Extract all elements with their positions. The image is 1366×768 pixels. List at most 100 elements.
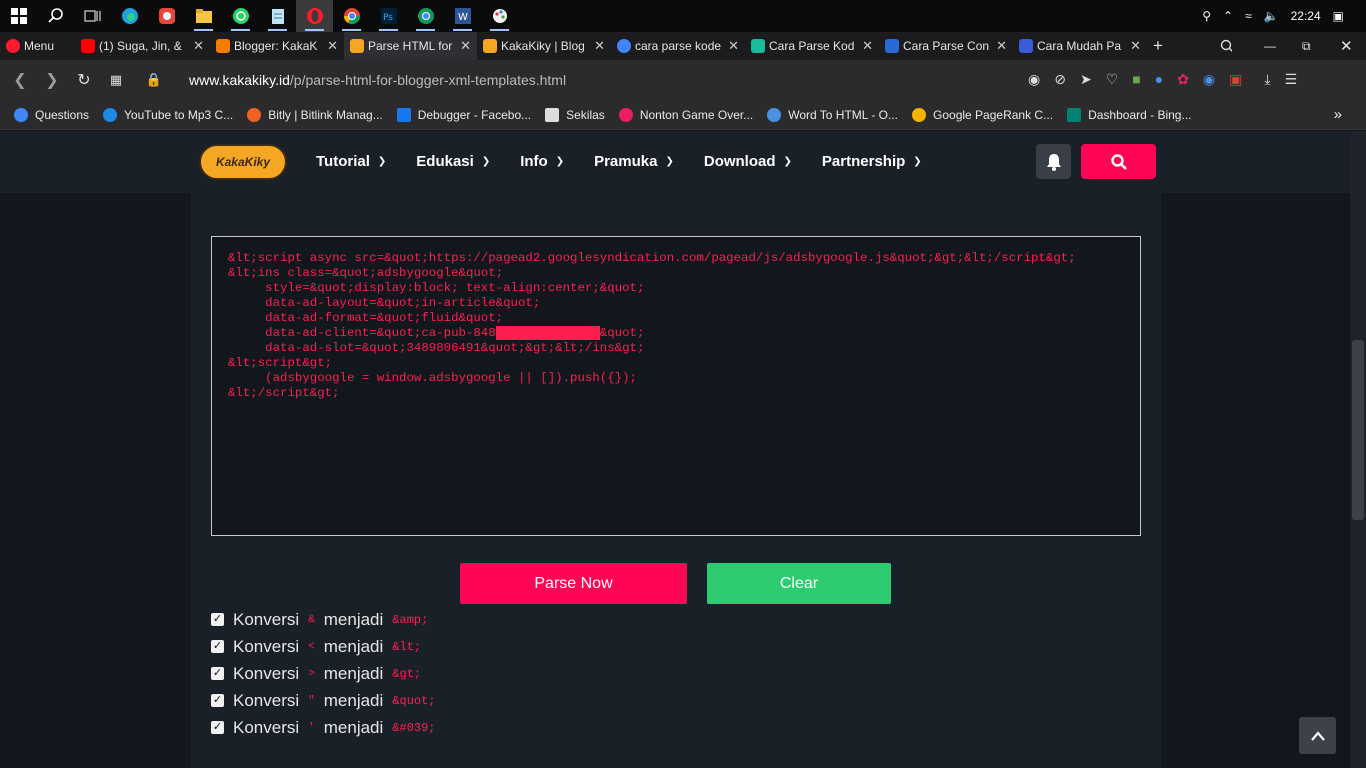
lock-icon[interactable]: 🔒 <box>138 72 170 88</box>
browser-tab[interactable]: cara parse kode ✕ <box>611 32 745 60</box>
easy-setup-icon[interactable]: ☰ <box>1285 71 1298 88</box>
chrome-alt-icon[interactable] <box>407 0 444 32</box>
option-row-amp[interactable]: ✓ Konversi & menjadi &amp; <box>211 606 436 633</box>
menu-item-tutorial[interactable]: Tutorial ❯ <box>316 150 386 172</box>
chevron-up-icon[interactable]: ⌃ <box>1223 9 1233 23</box>
checkbox[interactable]: ✓ <box>211 640 224 653</box>
browser-tab[interactable]: Cara Mudah Pa ✕ <box>1013 32 1147 60</box>
bookmark-item[interactable]: Bitly | Bitlink Manag... <box>247 107 383 122</box>
extension-box-icon[interactable]: ■ <box>1132 71 1140 88</box>
parse-now-button[interactable]: Parse Now <box>460 563 687 604</box>
forward-icon[interactable]: ❯ <box>36 70 68 90</box>
clear-button[interactable]: Clear <box>707 563 891 604</box>
back-to-top-button[interactable] <box>1299 717 1336 754</box>
browser-tab[interactable]: KakaKiky | Blog ✕ <box>477 32 611 60</box>
window-close-icon[interactable]: ✕ <box>1334 32 1354 60</box>
bookmark-item[interactable]: Dashboard - Bing... <box>1067 107 1191 122</box>
new-tab-plus-icon[interactable]: + <box>1147 32 1177 60</box>
bookmark-item[interactable]: Sekilas <box>545 107 605 122</box>
close-icon[interactable]: ✕ <box>728 38 739 54</box>
chrome-icon[interactable] <box>333 0 370 32</box>
option-row-lt[interactable]: ✓ Konversi < menjadi &lt; <box>211 633 436 660</box>
word-icon[interactable]: W <box>444 0 481 32</box>
block-icon[interactable]: ⊘ <box>1054 71 1066 88</box>
people-icon[interactable]: ⚲ <box>1202 9 1211 23</box>
menu-item-edukasi[interactable]: Edukasi ❯ <box>416 150 490 172</box>
extension-user-icon[interactable]: ● <box>1155 71 1163 88</box>
search-icon[interactable] <box>37 0 74 32</box>
speed-dial-icon[interactable]: ▦ <box>100 72 132 88</box>
reload-icon[interactable]: ↻ <box>68 70 100 90</box>
bookmark-item[interactable]: Questions <box>14 107 89 122</box>
restore-icon[interactable]: ⧉ <box>1296 32 1316 60</box>
file-explorer-icon[interactable] <box>185 0 222 32</box>
clock[interactable]: 22:24 <box>1291 9 1321 23</box>
site-logo[interactable]: KakaKiky <box>199 144 287 180</box>
option-row-apos[interactable]: ✓ Konversi ' menjadi &#039; <box>211 714 436 741</box>
bookmark-item[interactable]: Debugger - Facebo... <box>396 107 531 122</box>
download-icon[interactable]: ⤓ <box>1264 71 1270 88</box>
close-icon[interactable]: ✕ <box>862 38 873 54</box>
extension-color-icon[interactable]: ✿ <box>1177 71 1189 88</box>
back-icon[interactable]: ❮ <box>4 70 36 90</box>
extension-web-icon[interactable]: ◉ <box>1203 71 1215 88</box>
notification-icon[interactable]: ▣ <box>1333 9 1344 23</box>
browser-tab-active[interactable]: Parse HTML for ✕ <box>344 32 477 60</box>
wifi-icon[interactable]: ≈ <box>1245 9 1252 23</box>
site-search-button[interactable] <box>1081 144 1156 179</box>
menu-item-info[interactable]: Info ❯ <box>520 150 564 172</box>
recorder-icon[interactable] <box>148 0 185 32</box>
task-view-icon[interactable] <box>74 0 111 32</box>
checkbox[interactable]: ✓ <box>211 721 224 734</box>
more-bookmarks-icon[interactable]: » <box>1334 106 1342 123</box>
whatsapp-icon[interactable] <box>222 0 259 32</box>
close-icon[interactable]: ✕ <box>460 38 471 54</box>
menu-item-download[interactable]: Download ❯ <box>704 150 792 172</box>
camera-icon[interactable]: ◉ <box>1028 71 1040 88</box>
option-row-gt[interactable]: ✓ Konversi > menjadi &gt; <box>211 660 436 687</box>
chevron-down-icon: ❯ <box>555 155 565 167</box>
minimize-icon[interactable]: — <box>1258 32 1278 60</box>
scrollbar-thumb[interactable] <box>1352 340 1364 520</box>
option-entity: &lt; <box>392 639 422 654</box>
close-icon[interactable]: ✕ <box>327 38 338 54</box>
option-row-quot[interactable]: ✓ Konversi " menjadi &quot; <box>211 687 436 714</box>
bookmark-item[interactable]: Google PageRank C... <box>912 107 1053 122</box>
extension-red-icon[interactable]: ▣ <box>1229 71 1242 88</box>
close-icon[interactable]: ✕ <box>594 38 605 54</box>
photoshop-icon[interactable]: Ps <box>370 0 407 32</box>
option-middle: menjadi <box>323 609 384 629</box>
checkbox[interactable]: ✓ <box>211 613 224 626</box>
send-icon[interactable]: ➤ <box>1080 71 1092 88</box>
volume-icon[interactable]: 🔈 <box>1264 9 1279 23</box>
option-entity: &#039; <box>392 720 436 735</box>
browser-tab[interactable]: Cara Parse Kod ✕ <box>745 32 879 60</box>
browser-tab[interactable]: (1) Suga, Jin, & ✕ <box>75 32 210 60</box>
windows-start-icon[interactable] <box>0 0 37 32</box>
chevron-down-icon: ❯ <box>481 155 491 167</box>
browser-tab[interactable]: Cara Parse Con ✕ <box>879 32 1013 60</box>
heart-icon[interactable]: ♡ <box>1106 71 1119 88</box>
bookmark-item[interactable]: Word To HTML - O... <box>767 107 898 122</box>
browser-tab[interactable]: Blogger: KakaK ✕ <box>210 32 344 60</box>
opera-icon[interactable] <box>296 0 333 32</box>
menu-item-partnership[interactable]: Partnership ❯ <box>822 150 922 172</box>
close-icon[interactable]: ✕ <box>996 38 1007 54</box>
bookmark-item[interactable]: YouTube to Mp3 C... <box>103 107 233 122</box>
close-icon[interactable]: ✕ <box>1130 38 1141 54</box>
notepad-icon[interactable] <box>259 0 296 32</box>
edge-icon[interactable] <box>111 0 148 32</box>
notification-bell-button[interactable] <box>1036 144 1071 179</box>
checkbox[interactable]: ✓ <box>211 667 224 680</box>
html-code-textarea[interactable]: &lt;script async src=&quot;https://pagea… <box>211 236 1141 536</box>
close-icon[interactable]: ✕ <box>193 38 204 54</box>
checkbox[interactable]: ✓ <box>211 694 224 707</box>
search-icon <box>1110 153 1127 170</box>
tab-search-icon[interactable] <box>1214 32 1238 60</box>
opera-menu-button[interactable]: Menu <box>0 32 75 60</box>
bookmark-item[interactable]: Nonton Game Over... <box>618 107 753 122</box>
paint-icon[interactable] <box>481 0 518 32</box>
blogger-icon <box>216 39 230 53</box>
url-field[interactable]: www.kakakiky.id/p/parse-html-for-blogger… <box>189 72 566 88</box>
menu-item-pramuka[interactable]: Pramuka ❯ <box>594 150 674 172</box>
